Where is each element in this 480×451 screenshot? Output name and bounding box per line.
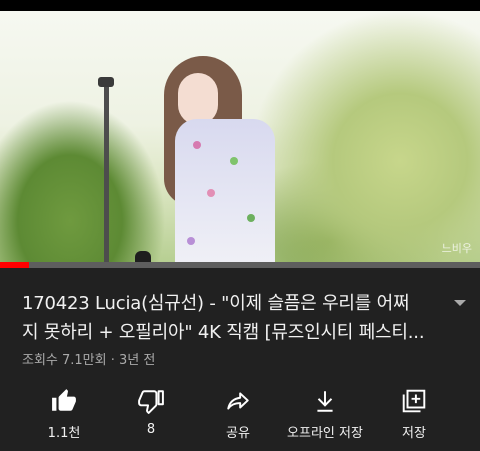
dress-flower xyxy=(247,214,255,222)
share-label: 공유 xyxy=(226,426,250,441)
video-title[interactable]: 170423 Lucia(심규선) - "이제 슬픔은 우리를 어쩌 지 못하리… xyxy=(22,289,442,347)
like-count: 1.1천 xyxy=(47,426,81,441)
dress-flower xyxy=(193,141,201,149)
like-button[interactable]: 1.1천 xyxy=(19,388,109,441)
thumbs-up-icon xyxy=(52,389,76,411)
microphone xyxy=(135,251,151,262)
video-meta: 조회수 7.1만회 · 3년 전 xyxy=(22,353,156,368)
mic-stand-head xyxy=(98,77,114,87)
share-button[interactable]: 공유 xyxy=(193,388,283,441)
progress-bar[interactable] xyxy=(0,262,480,268)
dislike-button[interactable]: 8 xyxy=(106,388,196,437)
download-button[interactable]: 오프라인 저장 xyxy=(280,388,370,441)
progress-fill xyxy=(0,262,29,268)
save-button[interactable]: 저장 xyxy=(369,388,459,441)
video-player[interactable]: 느비우 xyxy=(0,11,480,262)
save-label: 저장 xyxy=(402,426,426,441)
download-label: 오프라인 저장 xyxy=(287,426,363,441)
dress-flower xyxy=(207,189,215,197)
dress-flower xyxy=(187,237,195,245)
dislike-count: 8 xyxy=(146,422,156,437)
status-bar xyxy=(0,0,480,11)
thumbs-down-icon xyxy=(138,390,164,414)
download-icon xyxy=(317,391,333,412)
mic-stand xyxy=(104,83,109,262)
action-bar: 1.1천 8 공유 오프라인 저장 저장 xyxy=(0,388,480,441)
singer-face xyxy=(178,73,218,125)
share-icon xyxy=(227,392,249,410)
dress-flower xyxy=(230,157,238,165)
singer-dress xyxy=(175,119,275,262)
playlist-add-icon xyxy=(402,389,426,413)
chevron-down-icon[interactable] xyxy=(452,297,468,309)
video-title-line: 지 못하리 + 오필리아" 4K 직캠 [뮤즈인시티 페스티... xyxy=(22,322,425,343)
video-watermark: 느비우 xyxy=(441,242,472,255)
video-title-line: 170423 Lucia(심규선) - "이제 슬픔은 우리를 어쩌 xyxy=(22,293,410,314)
